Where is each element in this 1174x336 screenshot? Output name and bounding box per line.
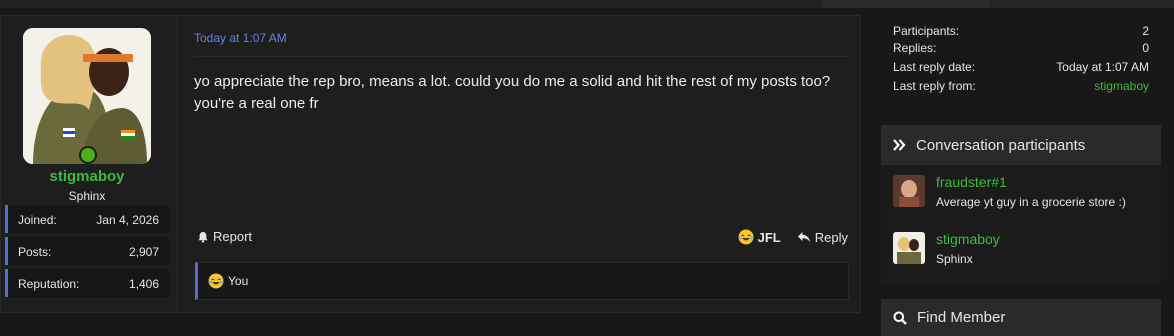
user-stat-joined: Joined: Jan 4, 2026 bbox=[5, 205, 169, 233]
user-stat-reputation: Reputation: 1,406 bbox=[5, 269, 169, 297]
info-value: 2 bbox=[1142, 24, 1149, 38]
message-actions-right: JFL Reply bbox=[738, 229, 848, 245]
participant-subtitle: Sphinx bbox=[936, 252, 973, 266]
stat-label: Joined: bbox=[18, 213, 57, 227]
info-value: 0 bbox=[1142, 41, 1149, 55]
user-stat-posts: Posts: 2,907 bbox=[5, 237, 169, 265]
report-button[interactable]: Report bbox=[197, 229, 252, 244]
message-post: stigmaboy Sphinx Joined: Jan 4, 2026 Pos… bbox=[0, 15, 861, 313]
divider bbox=[194, 56, 849, 57]
reaction-label: JFL bbox=[757, 229, 781, 245]
message-username[interactable]: stigmaboy bbox=[1, 168, 173, 185]
info-label: Replies: bbox=[893, 41, 937, 55]
participant-name[interactable]: fraudster#1 bbox=[936, 174, 1007, 190]
participant-subtitle: Average yt guy in a grocerie store :) bbox=[936, 195, 1126, 209]
reply-label: Reply bbox=[814, 229, 848, 245]
message-actions-left: Report bbox=[197, 229, 252, 244]
participants-header: Conversation participants bbox=[881, 125, 1161, 165]
info-row-participants: Participants: 2 bbox=[893, 24, 1149, 38]
bell-icon bbox=[198, 231, 208, 243]
laughing-emoji-icon bbox=[738, 229, 754, 245]
info-value: Today at 1:07 AM bbox=[1056, 60, 1149, 74]
reactions-bar[interactable]: You bbox=[195, 262, 849, 300]
message-user-panel: stigmaboy Sphinx Joined: Jan 4, 2026 Pos… bbox=[1, 16, 178, 312]
online-status-indicator bbox=[79, 146, 97, 164]
reply-icon bbox=[797, 232, 810, 242]
nav-tab[interactable] bbox=[992, 0, 1174, 8]
participant-name[interactable]: stigmaboy bbox=[936, 231, 1000, 247]
avatar[interactable] bbox=[23, 28, 151, 164]
participants-title: Conversation participants bbox=[916, 136, 1086, 154]
laughing-emoji-icon bbox=[208, 273, 224, 289]
stat-value: 2,907 bbox=[128, 245, 159, 259]
stat-value: Jan 4, 2026 bbox=[96, 213, 159, 227]
stat-label: Posts: bbox=[18, 245, 52, 259]
stat-value: 1,406 bbox=[128, 277, 159, 291]
info-label: Last reply date: bbox=[893, 60, 976, 74]
info-value-user-link[interactable]: stigmaboy bbox=[1094, 79, 1149, 93]
double-chevron-right-icon bbox=[893, 139, 906, 151]
message-body: yo appreciate the rep bro, means a lot. … bbox=[194, 73, 831, 112]
reply-button[interactable]: Reply bbox=[797, 230, 848, 245]
reactions-users[interactable]: You bbox=[228, 274, 248, 288]
report-label: Report bbox=[213, 229, 253, 244]
top-navigation-bar bbox=[0, 0, 1174, 8]
search-icon bbox=[893, 311, 907, 325]
info-row-last-reply-from: Last reply from: stigmaboy bbox=[893, 79, 1149, 93]
info-row-last-reply-date: Last reply date: Today at 1:07 AM bbox=[893, 60, 1149, 74]
nav-tab[interactable] bbox=[822, 0, 990, 8]
find-member-header: Find Member bbox=[881, 299, 1161, 336]
conversation-info-block: Participants: 2 Replies: 0 Last reply da… bbox=[881, 8, 1161, 108]
info-label: Participants: bbox=[893, 24, 960, 38]
participants-list: fraudster#1 Average yt guy in a grocerie… bbox=[881, 165, 1161, 285]
participant-item[interactable]: fraudster#1 Average yt guy in a grocerie… bbox=[893, 174, 1153, 215]
info-label: Last reply from: bbox=[893, 79, 976, 93]
info-row-replies: Replies: 0 bbox=[893, 41, 1149, 55]
find-member-title: Find Member bbox=[917, 309, 1006, 326]
message-user-title: Sphinx bbox=[68, 189, 106, 203]
avatar[interactable] bbox=[893, 175, 925, 207]
message-timestamp[interactable]: Today at 1:07 AM bbox=[194, 31, 287, 45]
stat-label: Reputation: bbox=[18, 277, 80, 291]
reaction-button[interactable]: JFL bbox=[738, 229, 781, 245]
avatar[interactable] bbox=[893, 232, 925, 264]
participant-item[interactable]: stigmaboy Sphinx bbox=[893, 231, 1153, 272]
